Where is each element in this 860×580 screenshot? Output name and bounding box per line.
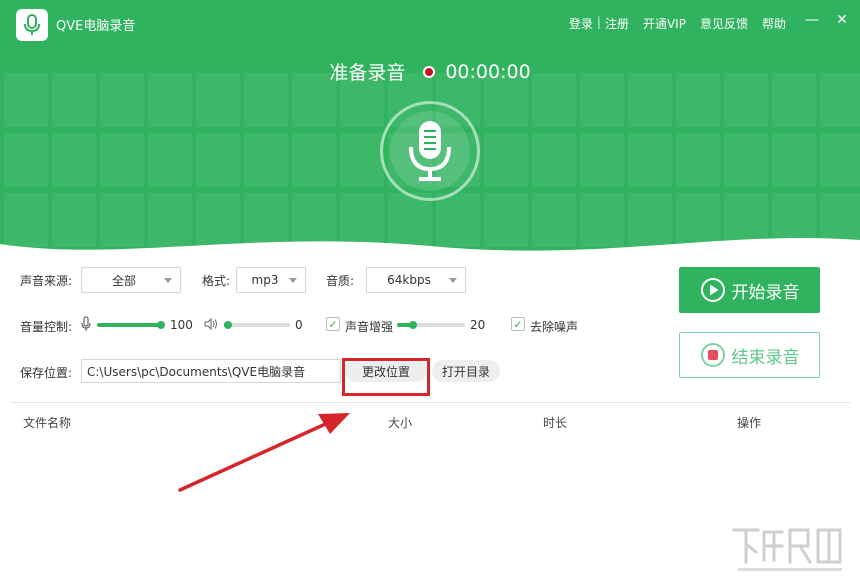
speaker-volume-slider[interactable] (224, 321, 290, 329)
column-header-name[interactable]: 文件名称 (23, 414, 71, 431)
record-timer: 00:00:00 (445, 60, 531, 83)
microphone-icon (81, 316, 91, 331)
microphone-icon (24, 14, 40, 35)
mic-volume-slider[interactable] (97, 321, 165, 329)
register-link[interactable]: 注册 (605, 15, 629, 32)
quality-value: 64kbps (387, 273, 431, 287)
feedback-link[interactable]: 意见反馈 (700, 15, 748, 32)
source-value: 全部 (111, 273, 136, 288)
table-divider (10, 402, 850, 403)
app-title: QVE电脑录音 (56, 19, 136, 34)
login-link[interactable]: 登录 (569, 15, 593, 32)
format-label: 格式: (202, 274, 231, 288)
source-select[interactable]: 全部 (81, 267, 181, 293)
help-link[interactable]: 帮助 (762, 15, 786, 32)
top-navigation: 登录 | 注册 开通VIP 意见反馈 帮助 (569, 15, 786, 32)
denoise-checkbox[interactable]: ✓ (511, 317, 525, 331)
large-microphone-icon (409, 121, 451, 181)
chevron-down-icon (449, 278, 457, 283)
speaker-icon (204, 318, 217, 330)
format-select[interactable]: mp3 (236, 267, 306, 293)
boost-checkbox[interactable]: ✓ (326, 317, 340, 331)
start-recording-button[interactable]: 开始录音 (679, 267, 820, 313)
vip-link[interactable]: 开通VIP (643, 15, 686, 32)
status-label: 准备录音 (329, 62, 406, 84)
nav-separator: | (596, 15, 601, 29)
recording-status: 准备录音 00:00:00 (0, 58, 860, 85)
microphone-display (380, 101, 480, 201)
start-recording-label: 开始录音 (731, 282, 800, 303)
minimize-button[interactable]: — (804, 12, 820, 28)
denoise-label: 去除噪声 (530, 320, 579, 334)
close-button[interactable]: ✕ (834, 12, 850, 28)
slider-handle[interactable] (157, 321, 165, 329)
speaker-volume-value: 0 (295, 318, 303, 332)
format-value: mp3 (251, 273, 279, 287)
volume-label: 音量控制: (20, 320, 73, 334)
stop-recording-button[interactable]: 结束录音 (679, 332, 820, 378)
mic-volume-value: 100 (170, 318, 193, 332)
column-header-operations[interactable]: 操作 (737, 414, 761, 431)
chevron-down-icon (289, 278, 297, 283)
column-header-size[interactable]: 大小 (388, 414, 412, 431)
recording-indicator-icon (423, 65, 436, 78)
save-path-input[interactable]: C:\Users\pc\Documents\QVE电脑录音 (81, 359, 341, 383)
slider-handle[interactable] (409, 321, 417, 329)
boost-label: 声音增强 (345, 320, 394, 334)
column-header-duration[interactable]: 时长 (543, 414, 567, 431)
stop-recording-label: 结束录音 (731, 347, 800, 368)
source-label: 声音来源: (20, 274, 73, 288)
annotation-highlight-box (342, 358, 430, 396)
stop-icon (700, 343, 725, 367)
app-logo (16, 9, 48, 41)
save-location-label: 保存位置: (20, 366, 73, 380)
header-wave (0, 238, 860, 262)
open-folder-button[interactable]: 打开目录 (432, 360, 500, 382)
boost-slider[interactable] (397, 321, 465, 329)
site-watermark-logo (732, 528, 842, 571)
slider-handle[interactable] (224, 321, 232, 329)
chevron-down-icon (164, 278, 172, 283)
boost-value: 20 (470, 318, 486, 332)
play-icon (700, 278, 725, 302)
quality-label: 音质: (326, 274, 355, 288)
quality-select[interactable]: 64kbps (366, 267, 466, 293)
